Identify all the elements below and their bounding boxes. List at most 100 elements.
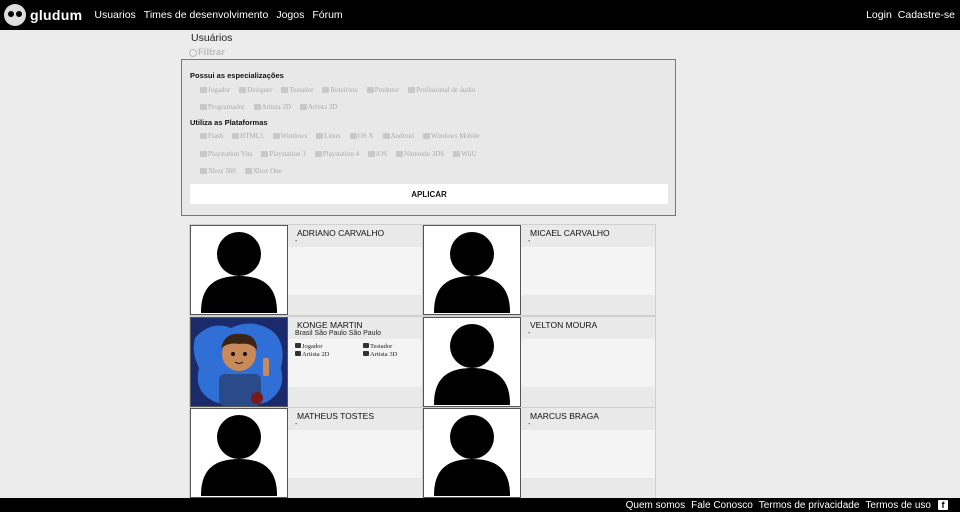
card-band bbox=[521, 295, 655, 315]
nav-jogos[interactable]: Jogos bbox=[276, 9, 304, 21]
designer-icon bbox=[239, 87, 247, 93]
user-name[interactable]: VELTON MOURA bbox=[530, 320, 597, 330]
nav-usuarios[interactable]: Usuarios bbox=[94, 9, 135, 21]
user-tag-label: Jogador bbox=[302, 343, 323, 350]
specialization-chip-roteirista[interactable]: Roteirista bbox=[322, 86, 358, 94]
user-avatar[interactable] bbox=[423, 225, 521, 315]
nav-forum[interactable]: Fórum bbox=[312, 9, 342, 21]
platform-chip-wiiu[interactable]: WiiU bbox=[453, 150, 477, 158]
user-avatar[interactable] bbox=[423, 317, 521, 407]
footer-about-link[interactable]: Quem somos bbox=[626, 500, 685, 511]
chip-label: Playstation 3 bbox=[269, 150, 306, 158]
user-name[interactable]: KONGE MARTIN bbox=[297, 320, 363, 330]
specialization-chip-profissional-de-audio[interactable]: Profissional de áudio bbox=[408, 86, 475, 94]
user-tag-label: Artista 2D bbox=[302, 351, 330, 358]
user-avatar[interactable] bbox=[190, 317, 288, 407]
specialization-chip-programador[interactable]: Programador bbox=[200, 103, 245, 111]
chip-label: Artista 3D bbox=[307, 103, 338, 111]
artista-3d-icon bbox=[363, 351, 369, 356]
profissional-de-audio-icon bbox=[408, 87, 416, 93]
auth-links: Login Cadastre-se bbox=[863, 9, 958, 21]
chip-label: Xbox 360 bbox=[208, 167, 236, 175]
platform-chip-html5[interactable]: HTML5 bbox=[232, 132, 264, 140]
user-card[interactable]: VELTON MOURA - bbox=[422, 316, 656, 408]
platform-chip-os-x[interactable]: OS X bbox=[349, 132, 374, 140]
signup-link[interactable]: Cadastre-se bbox=[898, 9, 955, 21]
user-card[interactable]: ADRIANO CARVALHO - bbox=[189, 224, 423, 316]
site-logo[interactable]: gludum bbox=[4, 4, 82, 26]
user-tags: Jogador Testador Artista 2D Artista 3D bbox=[295, 343, 420, 358]
platform-chip-playstation-3[interactable]: Playstation 3 bbox=[261, 150, 306, 158]
login-link[interactable]: Login bbox=[866, 9, 892, 21]
platform-chip-flash[interactable]: Flash bbox=[200, 132, 223, 140]
artista-2d-icon bbox=[253, 104, 261, 110]
chip-label: Playstation 4 bbox=[322, 150, 360, 158]
platform-chip-ios[interactable]: iOS bbox=[368, 150, 387, 158]
user-name[interactable]: MICAEL CARVALHO bbox=[530, 228, 610, 238]
default-avatar-icon bbox=[434, 415, 510, 496]
chip-label: Windows Mobile bbox=[430, 132, 480, 140]
platforms-row: Playstation Vita Playstation 3 Playstation… bbox=[200, 150, 486, 158]
playstation-vita-icon bbox=[200, 151, 207, 157]
artista-2d-icon bbox=[295, 351, 301, 356]
user-name[interactable]: MATHEUS TOSTES bbox=[297, 411, 374, 421]
chip-label: iOS bbox=[376, 150, 388, 158]
platform-chip-nintendo-3ds[interactable]: Nintendo 3DS bbox=[396, 150, 444, 158]
platform-chip-xbox-one[interactable]: Xbox One bbox=[244, 167, 282, 175]
chip-label: Programador bbox=[208, 103, 245, 111]
specialization-chip-artista-2d[interactable]: Artista 2D bbox=[253, 103, 291, 111]
user-card[interactable]: MARCUS BRAGA - bbox=[422, 407, 656, 499]
specialization-chip-produtor[interactable]: Produtor bbox=[366, 86, 400, 94]
specialization-chip-jogador[interactable]: Jogador bbox=[200, 86, 230, 94]
playstation-4-icon bbox=[314, 151, 322, 157]
chip-label: Windows bbox=[280, 132, 308, 140]
user-avatar[interactable] bbox=[423, 408, 521, 498]
footer-terms-link[interactable]: Termos de uso bbox=[865, 500, 931, 511]
artista-3d-icon bbox=[299, 104, 307, 110]
html5-icon bbox=[232, 133, 240, 139]
platform-chip-playstation-vita[interactable]: Playstation Vita bbox=[200, 150, 252, 158]
produtor-icon bbox=[366, 87, 374, 93]
platform-chip-linux[interactable]: Linux bbox=[316, 132, 341, 140]
footer: Quem somos Fale Conosco Termos de privac… bbox=[0, 498, 960, 512]
specialization-chip-artista-3d[interactable]: Artista 3D bbox=[299, 103, 338, 111]
platform-chip-playstation-4[interactable]: Playstation 4 bbox=[314, 150, 360, 158]
user-location: Brasil São Paulo São Paulo bbox=[295, 330, 381, 337]
search-icon bbox=[189, 48, 197, 57]
default-avatar-icon bbox=[434, 324, 510, 405]
footer-privacy-link[interactable]: Termos de privacidade bbox=[759, 500, 860, 511]
xbox-one-icon bbox=[244, 168, 252, 174]
user-card[interactable]: KONGE MARTIN Brasil São Paulo São Paulo Jo… bbox=[189, 316, 423, 408]
user-avatar[interactable] bbox=[190, 225, 288, 315]
chip-label: WiiU bbox=[461, 150, 477, 158]
card-band bbox=[288, 478, 422, 498]
platform-chip-android[interactable]: Android bbox=[382, 132, 414, 140]
user-card[interactable]: MICAEL CARVALHO - bbox=[422, 224, 656, 316]
filter-panel: Possui as especializações Jogador Designe… bbox=[181, 59, 676, 216]
specialization-chip-testador[interactable]: Testador bbox=[281, 86, 313, 94]
nav-times[interactable]: Times de desenvolvimento bbox=[144, 9, 269, 21]
user-location: - bbox=[528, 330, 531, 337]
windows-mobile-icon bbox=[422, 133, 430, 139]
wiiu-icon bbox=[453, 151, 461, 157]
user-card[interactable]: MATHEUS TOSTES - bbox=[189, 407, 423, 499]
footer-contact-link[interactable]: Fale Conosco bbox=[691, 500, 753, 511]
testador-icon bbox=[281, 87, 289, 93]
platform-chip-windows-mobile[interactable]: Windows Mobile bbox=[422, 132, 480, 140]
filter-toggle[interactable]: Filtrar bbox=[189, 47, 225, 58]
chip-label: Produtor bbox=[374, 86, 400, 94]
apply-button[interactable]: APLICAR bbox=[190, 184, 668, 204]
user-tag-label: Testador bbox=[370, 343, 393, 350]
platform-chip-xbox-360[interactable]: Xbox 360 bbox=[200, 167, 236, 175]
platform-chip-windows[interactable]: Windows bbox=[272, 132, 308, 140]
user-location: - bbox=[528, 421, 531, 428]
user-name[interactable]: MARCUS BRAGA bbox=[530, 411, 599, 421]
chip-label: Linux bbox=[324, 132, 341, 140]
specialization-chip-designer[interactable]: Designer bbox=[239, 86, 272, 94]
facebook-icon[interactable]: f bbox=[938, 500, 948, 510]
user-name[interactable]: ADRIANO CARVALHO bbox=[297, 228, 384, 238]
playstation-3-icon bbox=[261, 151, 269, 157]
user-avatar[interactable] bbox=[190, 408, 288, 498]
page-title: Usuários bbox=[191, 32, 233, 44]
linux-icon bbox=[316, 133, 324, 139]
